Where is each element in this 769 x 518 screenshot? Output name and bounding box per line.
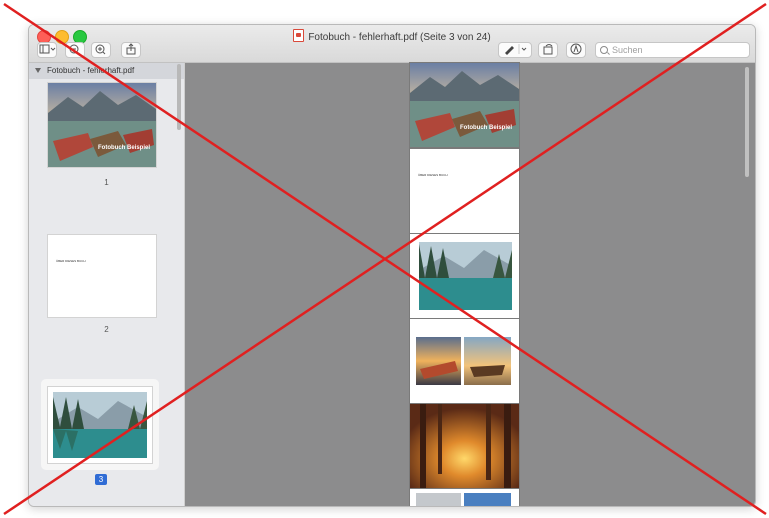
error-x-overlay xyxy=(3,2,767,516)
